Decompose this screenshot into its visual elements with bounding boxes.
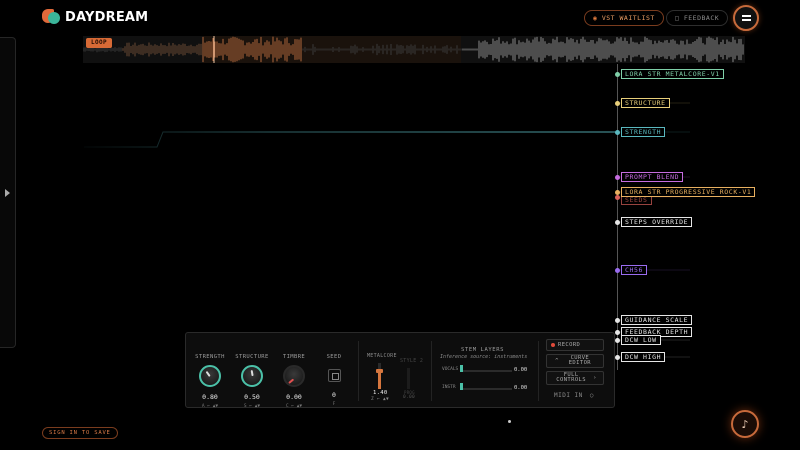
lane-label-prompt[interactable]: PROMPT BLEND bbox=[621, 172, 684, 182]
style2-value: 0.00 bbox=[403, 395, 416, 400]
lane-label-guidance[interactable]: GUIDANCE SCALE bbox=[621, 315, 693, 325]
style2-slider[interactable] bbox=[407, 368, 410, 389]
style2-label: STYLE 2 bbox=[400, 358, 424, 364]
stem-layers-title: STEM LAYERS bbox=[461, 347, 505, 353]
lane-label-lora2[interactable]: LORA STR PROGRESSIVE ROCK-V1 bbox=[621, 187, 756, 197]
lane-node-seeds[interactable] bbox=[615, 194, 620, 200]
lane-node-feedback[interactable] bbox=[615, 329, 620, 335]
knob-shortcut: S ← ▲▼ bbox=[243, 404, 261, 409]
lane-node-prompt[interactable] bbox=[615, 174, 620, 180]
lane-label-dcwlow[interactable]: DCW LOW bbox=[621, 335, 661, 345]
full-controls-label: FULL CONTROLS bbox=[556, 372, 586, 383]
control-panel: STRENGTH 0.80 A ← ▲▼ STRUCTURE 0.50 S ← … bbox=[185, 332, 615, 409]
vocals-label: VOCALS bbox=[442, 367, 459, 372]
knob-shortcut: A ← ▲▼ bbox=[201, 404, 219, 409]
page-indicator-dot[interactable] bbox=[508, 420, 511, 423]
instr-label: INSTR bbox=[442, 385, 456, 390]
loop-badge[interactable]: LOOP bbox=[86, 38, 113, 48]
knob-title: SEED bbox=[326, 354, 342, 360]
playhead[interactable] bbox=[617, 64, 618, 370]
knob-title: TIMBRE bbox=[282, 354, 306, 360]
lane-curve-strength bbox=[84, 131, 617, 148]
instr-value: 0.00 bbox=[514, 385, 528, 391]
structure-knob[interactable] bbox=[241, 365, 263, 387]
record-icon bbox=[551, 343, 555, 347]
metalcore-value: 1.40 bbox=[373, 390, 388, 396]
knob-value: 0 bbox=[332, 391, 336, 399]
seed-group: SEED 0 F bbox=[312, 333, 356, 407]
knob-title: STRENGTH bbox=[195, 354, 225, 360]
vocals-value: 0.00 bbox=[514, 367, 528, 373]
metalcore-slider-thumb[interactable] bbox=[376, 368, 383, 373]
music-button[interactable]: ♪ bbox=[731, 410, 759, 438]
instr-slider-thumb[interactable] bbox=[460, 383, 463, 390]
metalcore-slider[interactable] bbox=[378, 363, 381, 389]
curve-editor-label: CURVE EDITOR bbox=[568, 355, 591, 366]
lane-label-strength[interactable]: STRENGTH bbox=[621, 127, 666, 137]
lane-label-dcwhigh[interactable]: DCW HIGH bbox=[621, 352, 666, 362]
divider bbox=[538, 341, 539, 401]
lane-node-strength[interactable] bbox=[615, 129, 620, 135]
timbre-knob-group: TIMBRE 0.00 C ← ▲▼ bbox=[272, 333, 316, 409]
knob-value: 0.00 bbox=[286, 393, 302, 401]
metalcore-shortcut: Z ← ▲▼ bbox=[371, 397, 390, 402]
metalcore-label: METALCORE bbox=[367, 353, 397, 359]
divider bbox=[431, 341, 432, 401]
lane-label-lora1[interactable]: LORA STR METALCORE-V1 bbox=[621, 69, 724, 79]
lane-label-steps[interactable]: STEPS OVERRIDE bbox=[621, 217, 693, 227]
lane-node-lora1[interactable] bbox=[615, 71, 620, 77]
lane-node-lora2[interactable] bbox=[615, 189, 620, 195]
curve-editor-button[interactable]: ^ CURVE EDITOR bbox=[546, 354, 604, 368]
lane-node-dcwlow[interactable] bbox=[615, 337, 620, 343]
music-note-icon: ♪ bbox=[741, 417, 749, 431]
sign-in-button[interactable]: SIGN IN TO SAVE bbox=[42, 427, 118, 439]
lane-label-structure[interactable]: STRUCTURE bbox=[621, 98, 670, 108]
record-label: RECORD bbox=[558, 342, 581, 348]
structure-knob-group: STRUCTURE 0.50 S ← ▲▼ bbox=[230, 333, 274, 409]
midi-in-toggle[interactable]: MIDI IN ○ bbox=[554, 392, 594, 399]
lane-node-ch56[interactable] bbox=[615, 267, 620, 273]
knob-shortcut: F bbox=[332, 402, 336, 407]
stem-layers-subtitle: Inference source: instruments bbox=[440, 354, 528, 360]
chevron-right-icon: › bbox=[593, 375, 597, 381]
lane-label-ch56[interactable]: CH56 bbox=[621, 265, 648, 275]
full-controls-button[interactable]: FULL CONTROLS › bbox=[546, 371, 604, 385]
seed-dice-icon[interactable] bbox=[327, 369, 341, 382]
record-button[interactable]: RECORD bbox=[546, 339, 604, 351]
midi-status-icon: ○ bbox=[589, 392, 595, 399]
midi-in-label: MIDI IN bbox=[554, 392, 583, 399]
lane-node-dcwhigh[interactable] bbox=[615, 354, 620, 360]
chevron-up-icon: ^ bbox=[555, 358, 559, 364]
knob-shortcut: C ← ▲▼ bbox=[285, 404, 303, 409]
knob-value: 0.80 bbox=[202, 393, 218, 401]
knob-title: STRUCTURE bbox=[235, 354, 269, 360]
instr-slider[interactable] bbox=[462, 388, 512, 390]
lane-node-steps[interactable] bbox=[615, 219, 620, 225]
lane-node-guidance[interactable] bbox=[615, 317, 620, 323]
vocals-slider-thumb[interactable] bbox=[460, 365, 463, 372]
vocals-slider[interactable] bbox=[462, 370, 512, 372]
divider bbox=[358, 341, 359, 401]
strength-knob-group: STRENGTH 0.80 A ← ▲▼ bbox=[188, 333, 232, 409]
lane-node-structure[interactable] bbox=[615, 100, 620, 106]
strength-knob[interactable] bbox=[199, 365, 221, 387]
knob-value: 0.50 bbox=[244, 393, 260, 401]
timbre-knob[interactable] bbox=[283, 365, 305, 387]
